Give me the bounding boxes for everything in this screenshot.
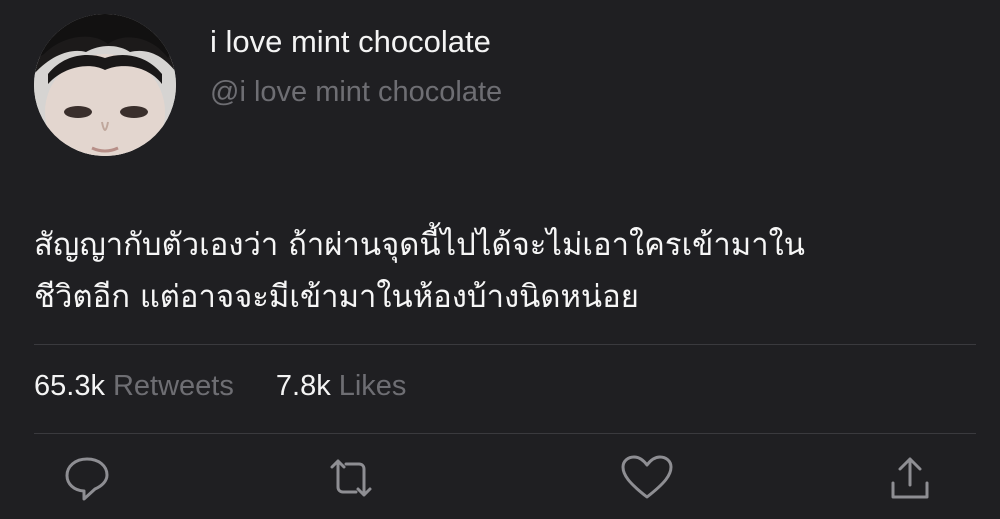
- retweet-icon: [330, 459, 372, 497]
- tweet-text-line: ชีวิตอีก แต่อาจจะมีเข้ามาในห้องบ้างนิดหน…: [34, 279, 639, 315]
- retweets-label: Retweets: [112, 370, 234, 402]
- share-button[interactable]: [880, 450, 940, 506]
- display-name[interactable]: i love mint chocolate: [210, 24, 491, 60]
- retweet-button[interactable]: [321, 450, 381, 506]
- likes-label: Likes: [338, 370, 407, 402]
- avatar-photo: [34, 14, 176, 156]
- heart-icon: [621, 455, 673, 499]
- retweets-count: 65.3k: [34, 370, 105, 402]
- tweet-text-line: สัญญากับตัวเองว่า ถ้าผ่านจุดนี้ไปได้จะไม…: [34, 227, 805, 263]
- reply-button[interactable]: [57, 450, 117, 506]
- tweet-header: i love mint chocolate @i love mint choco…: [0, 0, 1000, 180]
- likes-stat[interactable]: 7.8k Likes: [276, 370, 407, 403]
- retweets-stat[interactable]: 65.3k Retweets: [34, 370, 234, 403]
- action-bar: [0, 450, 1000, 510]
- like-button[interactable]: [617, 450, 677, 506]
- share-icon: [891, 457, 929, 499]
- tweet-card: i love mint chocolate @i love mint choco…: [0, 0, 1000, 519]
- divider: [34, 344, 976, 345]
- user-handle[interactable]: @i love mint chocolate: [210, 76, 502, 109]
- reply-icon: [65, 457, 109, 501]
- likes-count: 7.8k: [275, 370, 331, 402]
- divider: [34, 433, 976, 434]
- tweet-stats: 65.3k Retweets 7.8k Likes: [34, 370, 440, 403]
- avatar[interactable]: [34, 14, 176, 156]
- tweet-text: สัญญากับตัวเองว่า ถ้าผ่านจุดนี้ไปได้จะไม…: [34, 219, 964, 323]
